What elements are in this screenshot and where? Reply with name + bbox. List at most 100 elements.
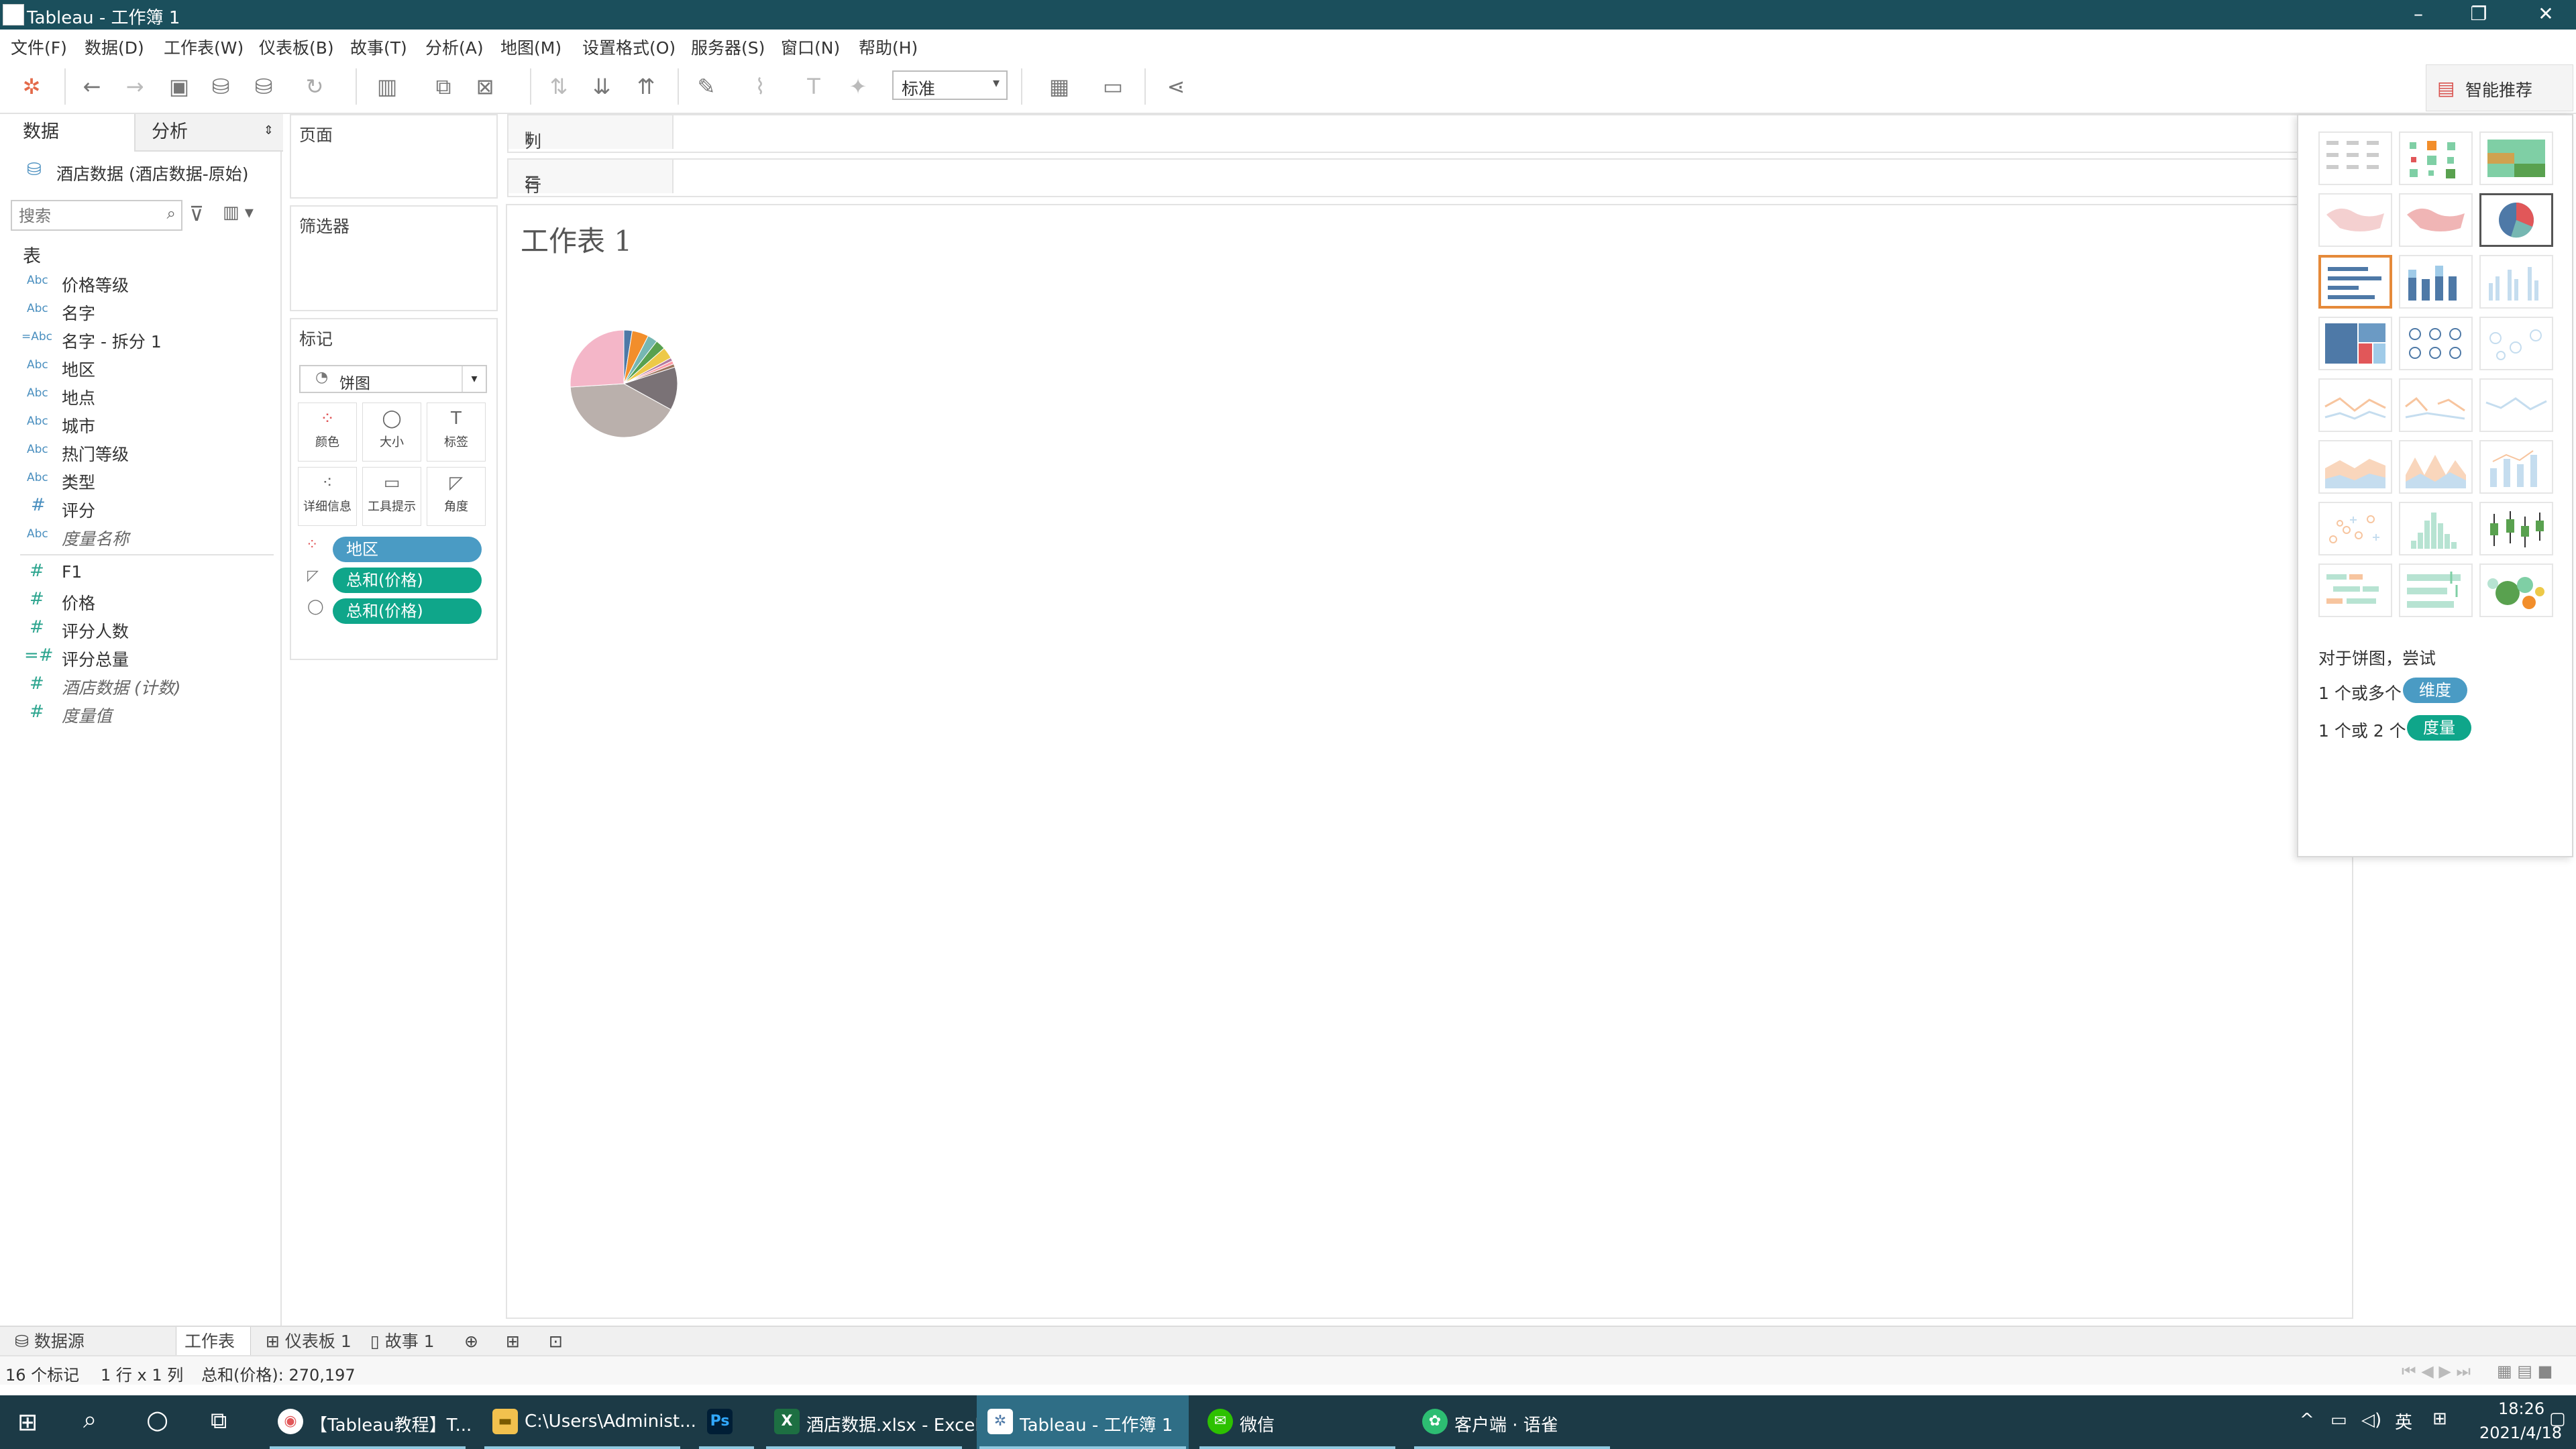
- show-cards-icon[interactable]: ▦: [1044, 71, 1075, 102]
- label-button[interactable]: T 标签: [427, 402, 486, 462]
- windows-start-icon[interactable]: ⊞: [17, 1409, 38, 1436]
- mark-type-dropdown[interactable]: ◔ 饼图 ▾: [299, 365, 487, 393]
- pill-region[interactable]: 地区: [333, 537, 482, 562]
- sheet-navigation-icon[interactable]: ⏮ ◀ ▶ ⏭: [2402, 1362, 2471, 1381]
- chart-type-side-by-side-bars[interactable]: [2479, 255, 2553, 309]
- highlight-icon[interactable]: ✎: [691, 71, 722, 102]
- new-story-icon[interactable]: ⊡: [541, 1327, 571, 1356]
- clear-sheet-icon[interactable]: ⊠: [470, 71, 500, 102]
- chart-type-side-by-side-circles[interactable]: [2479, 317, 2553, 370]
- chart-type-bullet-graph[interactable]: [2399, 564, 2473, 617]
- pill-angle-sum-price[interactable]: 总和(价格): [333, 568, 482, 593]
- search-input[interactable]: [17, 205, 154, 227]
- task-photoshop[interactable]: Ps: [696, 1395, 757, 1449]
- sort-descending-icon[interactable]: ⇈: [631, 71, 661, 102]
- color-button[interactable]: ⁘ 颜色: [298, 402, 357, 462]
- menu-server[interactable]: 服务器(S): [691, 35, 765, 59]
- duplicate-sheet-icon[interactable]: ⧉: [428, 71, 459, 102]
- undo-icon[interactable]: ←: [76, 71, 107, 102]
- tab-datasource[interactable]: ⛁ 数据源: [7, 1327, 174, 1356]
- chart-type-pie[interactable]: [2479, 193, 2553, 247]
- chart-type-packed-bubbles[interactable]: [2479, 564, 2553, 617]
- menu-dashboard[interactable]: 仪表板(B): [259, 35, 334, 59]
- redo-icon[interactable]: →: [119, 71, 150, 102]
- task-chrome[interactable]: ◉ 【Tableau教程】T...: [267, 1395, 472, 1449]
- sort-ascending-icon[interactable]: ⇊: [586, 71, 617, 102]
- chart-type-filled-map[interactable]: [2399, 193, 2473, 247]
- angle-button[interactable]: ◸ 角度: [427, 467, 486, 526]
- chart-type-continuous-lines[interactable]: [2318, 378, 2392, 432]
- save-icon[interactable]: ▣: [164, 71, 195, 102]
- chart-type-area-discrete[interactable]: [2399, 440, 2473, 494]
- close-icon[interactable]: ✕: [2516, 0, 2576, 30]
- group-icon[interactable]: ⌇: [745, 71, 775, 102]
- chart-type-dual-combination[interactable]: [2479, 440, 2553, 494]
- notifications-icon[interactable]: ▢: [2549, 1409, 2566, 1429]
- pause-updates-icon[interactable]: ⛁: [248, 71, 279, 102]
- menu-window[interactable]: 窗口(N): [781, 35, 840, 59]
- menu-file[interactable]: 文件(F): [11, 35, 67, 59]
- pane-menu-icon[interactable]: ⇕: [264, 113, 274, 149]
- size-button[interactable]: ◯ 大小: [362, 402, 421, 462]
- chart-type-highlight-table[interactable]: [2479, 131, 2553, 185]
- labels-icon[interactable]: T: [798, 71, 829, 102]
- detail-button[interactable]: ⁖ 详细信息: [298, 467, 357, 526]
- rows-shelf[interactable]: ☰ 行: [507, 158, 2300, 197]
- pages-card[interactable]: 页面: [290, 114, 498, 199]
- refresh-icon[interactable]: ↻: [299, 71, 330, 102]
- filters-card[interactable]: 筛选器: [290, 205, 498, 311]
- chart-type-heat-map[interactable]: [2399, 131, 2473, 185]
- new-worksheet-icon[interactable]: ▥: [372, 71, 402, 102]
- fit-dropdown[interactable]: 标准 ▾: [892, 70, 1008, 100]
- volume-icon[interactable]: ◁): [2361, 1410, 2381, 1430]
- datasource-item[interactable]: ⛁ 酒店数据 (酒店数据-原始): [27, 158, 275, 185]
- chart-type-symbol-map[interactable]: [2318, 193, 2392, 247]
- tab-worksheet-1[interactable]: 工作表 1: [176, 1327, 251, 1381]
- task-explorer[interactable]: ▬ C:\Users\Administ...: [482, 1395, 696, 1449]
- tray-chevron-up-icon[interactable]: ^: [2300, 1410, 2314, 1430]
- chart-type-circle-views[interactable]: [2399, 317, 2473, 370]
- chart-type-box-and-whisker[interactable]: [2479, 502, 2553, 555]
- tab-analysis[interactable]: 分析 ⇕: [134, 114, 283, 152]
- tab-dashboard-1[interactable]: ⊞ 仪表板 1: [258, 1327, 360, 1356]
- new-worksheet-icon[interactable]: ⊕: [456, 1327, 486, 1356]
- chart-type-area-continuous[interactable]: [2318, 440, 2392, 494]
- menu-analysis[interactable]: 分析(A): [425, 35, 484, 59]
- network-icon[interactable]: ▭: [2330, 1410, 2347, 1430]
- pin-icon[interactable]: ✦: [843, 71, 873, 102]
- task-view-icon[interactable]: ⧉: [211, 1407, 227, 1434]
- input-language[interactable]: 英: [2395, 1409, 2412, 1434]
- chart-type-treemap[interactable]: [2318, 317, 2392, 370]
- swap-icon[interactable]: ⇅: [543, 71, 574, 102]
- task-tableau[interactable]: ✲ Tableau - 工作簿 1: [977, 1395, 1189, 1449]
- ime-icon[interactable]: ⊞: [2432, 1409, 2447, 1429]
- menu-story[interactable]: 故事(T): [350, 35, 407, 59]
- menu-format[interactable]: 设置格式(O): [582, 35, 676, 59]
- menu-help[interactable]: 帮助(H): [859, 35, 918, 59]
- task-excel[interactable]: X 酒店数据.xlsx - Excel: [763, 1395, 980, 1449]
- chart-type-stacked-bars[interactable]: [2399, 255, 2473, 309]
- pie-chart[interactable]: [564, 323, 684, 444]
- menu-worksheet[interactable]: 工作表(W): [164, 35, 244, 59]
- columns-shelf[interactable]: ⦀ 列: [507, 114, 2300, 153]
- tableau-start-icon[interactable]: ✲: [16, 71, 47, 102]
- tab-data[interactable]: 数据: [0, 114, 134, 152]
- view-options-icon[interactable]: ▥ ▾: [223, 203, 254, 223]
- chart-type-discrete-lines[interactable]: [2399, 378, 2473, 432]
- new-datasource-icon[interactable]: ⛁: [205, 71, 236, 102]
- minimize-icon[interactable]: –: [2388, 0, 2449, 30]
- chart-type-scatter-plot[interactable]: [2318, 502, 2392, 555]
- pie-slice-10[interactable]: [570, 329, 625, 388]
- new-dashboard-icon[interactable]: ⊞: [498, 1327, 528, 1356]
- search-icon[interactable]: ⌕: [83, 1406, 97, 1434]
- search-field[interactable]: ⌕: [11, 200, 182, 231]
- presentation-icon[interactable]: ▭: [1097, 71, 1128, 102]
- menu-data[interactable]: 数据(D): [85, 35, 144, 59]
- worksheet-view[interactable]: 工作表 1: [506, 204, 2353, 1319]
- task-wechat[interactable]: ✉ 微信: [1197, 1395, 1398, 1449]
- chart-type-dual-lines[interactable]: [2479, 378, 2553, 432]
- chart-type-gantt[interactable]: [2318, 564, 2392, 617]
- cortana-icon[interactable]: ○: [146, 1405, 168, 1434]
- clock-time[interactable]: 18:26: [2498, 1399, 2544, 1418]
- pill-size-sum-price[interactable]: 总和(价格): [333, 598, 482, 624]
